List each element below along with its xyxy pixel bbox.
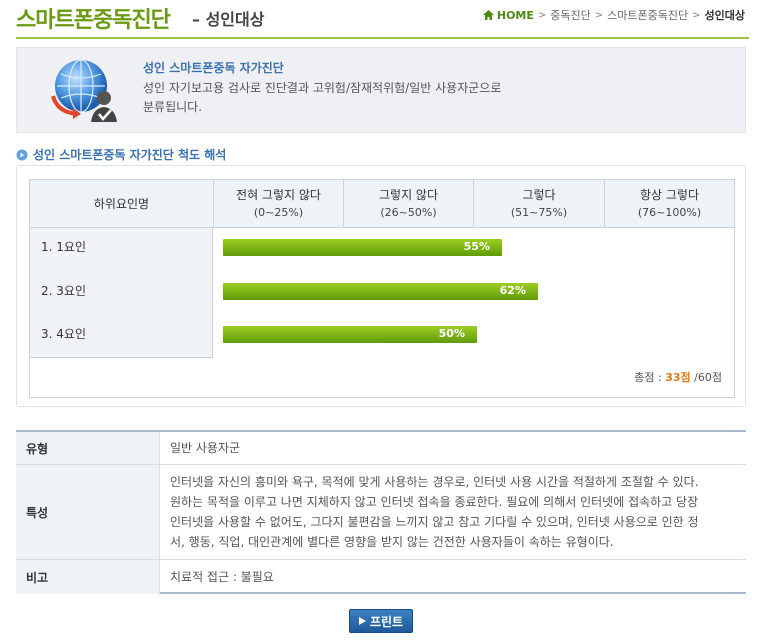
total-score-value: 33점 xyxy=(665,371,691,384)
print-button-label: 프린트 xyxy=(369,614,404,629)
trait-line: 인터넷을 자신의 흥미와 욕구, 목적에 맞게 사용하는 경우로, 인터넷 사용… xyxy=(170,475,699,489)
factor-bar-percent: 55% xyxy=(463,240,490,253)
intro-box: 성인 스마트폰중독 자가진단 성인 자기보고용 검사로 진단결과 고위험/잠재적… xyxy=(16,47,746,133)
result-row-trait: 특성 인터넷을 자신의 흥미와 욕구, 목적에 맞게 사용하는 경우로, 인터넷… xyxy=(16,465,746,560)
total-label: 총점 : xyxy=(634,371,662,384)
section-heading: 성인 스마트폰중독 자가진단 척도 해석 xyxy=(16,146,226,163)
score-panel: 하위요인명 전혀 그렇지 않다 (0~25%) 그렇지 않다 (26~50%) … xyxy=(16,165,746,407)
result-note-value: 치료적 접근 : 불필요 xyxy=(170,570,274,584)
result-trait-label: 특성 xyxy=(16,465,160,559)
factor-row-label: 2. 3요인 xyxy=(41,284,86,298)
breadcrumb-item-diagnosis[interactable]: 중독진단 xyxy=(550,7,590,23)
arrow-bullet-icon xyxy=(16,149,28,160)
page-header: 스마트폰중독진단 – 성인대상 HOME > 중독진단 > 스마트폰중독진단 >… xyxy=(16,0,749,36)
header-col-rarely: 그렇지 않다 (26~50%) xyxy=(343,180,473,228)
result-table: 유형 일반 사용자군 특성 인터넷을 자신의 흥미와 욕구, 목적에 맞게 사용… xyxy=(16,430,746,594)
factor-bar: 50% xyxy=(223,326,477,343)
factor-bar: 62% xyxy=(223,283,538,300)
intro-line: 분류됩니다. xyxy=(143,100,203,114)
header-col-always: 항상 그렇다 (76~100%) xyxy=(604,180,734,228)
chevron-right-icon: > xyxy=(594,9,604,21)
total-score-max: /60점 xyxy=(694,371,722,384)
result-type-label: 유형 xyxy=(16,432,160,464)
chevron-right-icon: > xyxy=(692,9,701,21)
globe-user-icon xyxy=(51,59,117,122)
factor-row-label: 1. 1요인 xyxy=(41,240,86,254)
factor-row-label: 3. 4요인 xyxy=(41,327,86,341)
trait-line: 원하는 목적을 이루고 나면 지체하지 않고 인터넷 접속을 종료한다. 필요에… xyxy=(170,495,699,509)
intro-line: 성인 자기보고용 검사로 진단결과 고위험/잠재적위험/일반 사용자군으로 xyxy=(143,81,502,95)
breadcrumb: HOME > 중독진단 > 스마트폰중독진단 > 성인대상 xyxy=(482,7,745,23)
score-table: 하위요인명 전혀 그렇지 않다 (0~25%) 그렇지 않다 (26~50%) … xyxy=(29,179,735,398)
home-icon xyxy=(482,10,494,20)
result-trait-text: 인터넷을 자신의 흥미와 욕구, 목적에 맞게 사용하는 경우로, 인터넷 사용… xyxy=(170,472,699,552)
breadcrumb-item-smartphone[interactable]: 스마트폰중독진단 xyxy=(607,7,688,23)
section-title: 성인 스마트폰중독 자가진단 척도 해석 xyxy=(33,148,227,162)
factor-bar: 55% xyxy=(223,239,502,256)
chevron-right-icon: > xyxy=(537,9,547,21)
page-subtitle: – 성인대상 xyxy=(192,10,265,29)
factor-bar-percent: 50% xyxy=(438,327,465,340)
intro-description: 성인 자기보고용 검사로 진단결과 고위험/잠재적위험/일반 사용자군으로 분류… xyxy=(143,79,583,117)
result-row-type: 유형 일반 사용자군 xyxy=(16,432,746,465)
intro-title: 성인 스마트폰중독 자가진단 xyxy=(143,61,284,75)
breadcrumb-home-label: HOME xyxy=(496,8,534,22)
result-type-value: 일반 사용자군 xyxy=(170,441,241,455)
trait-line: 인터넷을 사용할 수 없어도, 그다지 불편감을 느끼지 않고 참고 기다릴 수… xyxy=(170,515,699,529)
score-table-header: 하위요인명 전혀 그렇지 않다 (0~25%) 그렇지 않다 (26~50%) … xyxy=(30,180,734,228)
factor-bar-percent: 62% xyxy=(499,284,526,297)
header-factor: 하위요인명 xyxy=(93,197,150,211)
page-title: 스마트폰중독진단 xyxy=(16,8,171,33)
trait-line: 서, 행동, 직업, 대인관계에 별다른 영향을 받지 않는 건전한 사용자들이… xyxy=(170,535,614,549)
header-col-never: 전혀 그렇지 않다 (0~25%) xyxy=(213,180,343,228)
breadcrumb-home-link[interactable]: HOME xyxy=(482,8,534,22)
header-col-often: 그렇다 (51~75%) xyxy=(473,180,604,228)
title-divider xyxy=(16,37,749,39)
total-score: 총점 : 33점 /60점 xyxy=(634,369,722,385)
arrow-right-icon xyxy=(358,617,366,625)
print-button[interactable]: 프린트 xyxy=(349,609,413,633)
result-row-note: 비고 치료적 접근 : 불필요 xyxy=(16,560,746,594)
result-note-label: 비고 xyxy=(16,560,160,594)
breadcrumb-current: 성인대상 xyxy=(704,9,745,22)
